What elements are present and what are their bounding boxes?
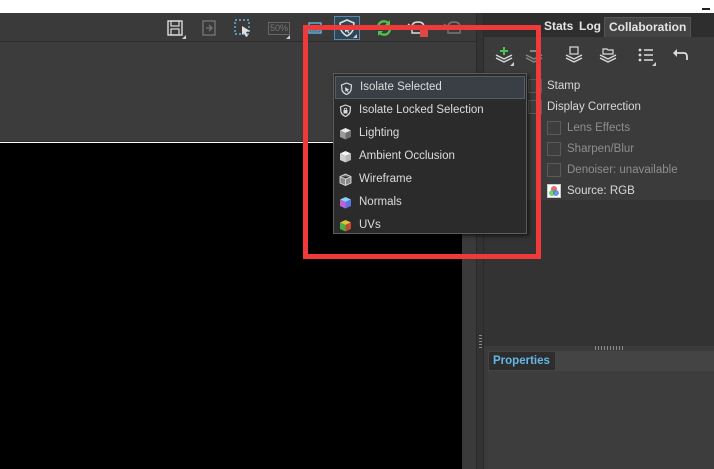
layer-icon (547, 121, 561, 135)
rgb-source-icon (547, 184, 561, 198)
window-control-tick (702, 8, 710, 10)
highlight-box (303, 25, 541, 259)
layer-label: Display Correction (547, 101, 641, 113)
layer-icon (547, 142, 561, 156)
dropdown-corner (652, 62, 656, 66)
layer-label: Sharpen/Blur (567, 143, 635, 155)
tab-collaboration[interactable]: Collaboration (604, 17, 692, 37)
dropdown-corner (182, 35, 186, 39)
export-icon (202, 20, 216, 36)
layer-label: Lens Effects (567, 122, 631, 134)
region-select-button[interactable] (230, 16, 256, 40)
splitter-grip[interactable] (479, 335, 482, 349)
layer-list-button[interactable] (634, 43, 658, 67)
export-button[interactable] (196, 16, 222, 40)
save-layers-icon (565, 46, 583, 63)
layer-label: Denoiser: unavailable (567, 164, 678, 176)
tab-properties[interactable]: Properties (488, 351, 556, 371)
load-layers-button[interactable] (596, 43, 620, 67)
layer-label: Source: RGB (567, 185, 635, 197)
layer-stamp[interactable]: Stamp (528, 76, 714, 97)
undo-button[interactable] (668, 43, 692, 67)
load-layers-icon (599, 48, 617, 63)
top-strip (0, 0, 714, 13)
layer-label: Stamp (547, 80, 581, 92)
properties-panel (488, 371, 714, 469)
layers-list: Stamp Display Correction Lens Effects Sh… (528, 76, 714, 202)
tab-stats[interactable]: Stats (540, 17, 577, 37)
zoom-50-label: 50% (267, 21, 290, 35)
layer-source-rgb[interactable]: Source: RGB (544, 181, 714, 202)
undo-icon (673, 49, 688, 60)
save-layers-button[interactable] (562, 43, 586, 67)
rgb-circles-icon (549, 186, 559, 196)
region-select-icon (234, 19, 250, 37)
layer-sharpen-blur[interactable]: Sharpen/Blur (544, 139, 714, 160)
properties-tab-bar (556, 351, 714, 371)
layer-display-correction[interactable]: Display Correction (528, 97, 714, 118)
layer-icon (547, 163, 561, 177)
save-button[interactable] (162, 16, 188, 40)
zoom-50-button[interactable]: 50% (266, 16, 292, 40)
layer-denoiser[interactable]: Denoiser: unavailable (544, 160, 714, 181)
dropdown-corner (286, 35, 290, 39)
tab-log[interactable]: Log (575, 17, 605, 37)
layer-lens-effects[interactable]: Lens Effects (544, 118, 714, 139)
panel-resize-grip[interactable] (595, 346, 623, 350)
